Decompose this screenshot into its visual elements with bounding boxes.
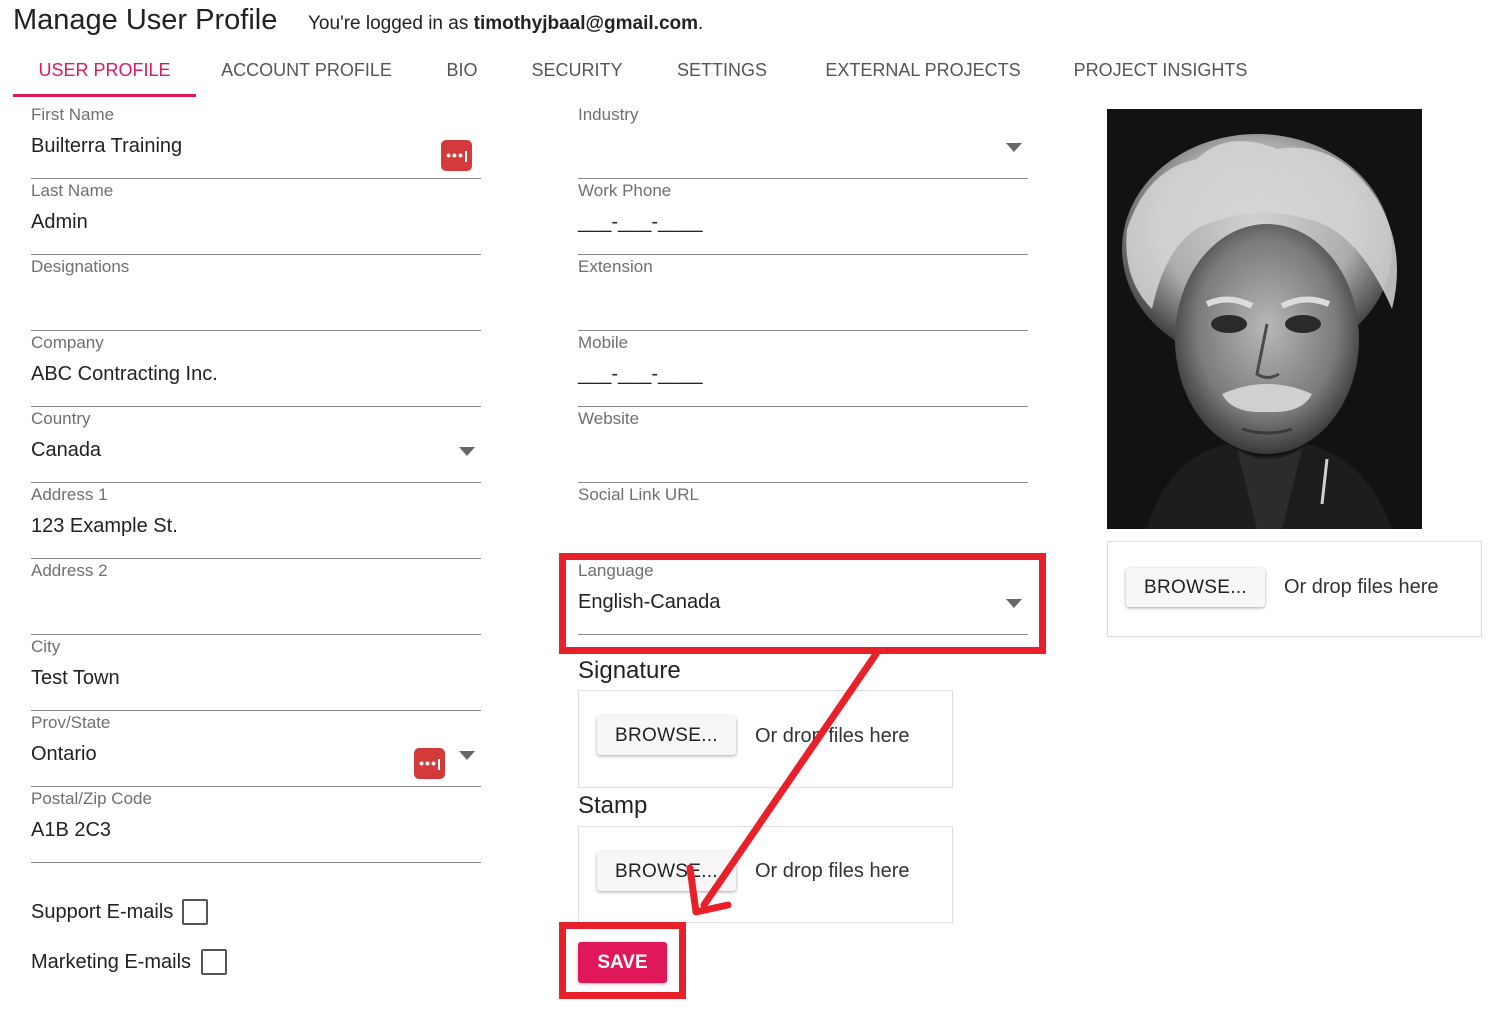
- annotation-arrow: [686, 650, 880, 916]
- arrow-shaft: [700, 650, 880, 909]
